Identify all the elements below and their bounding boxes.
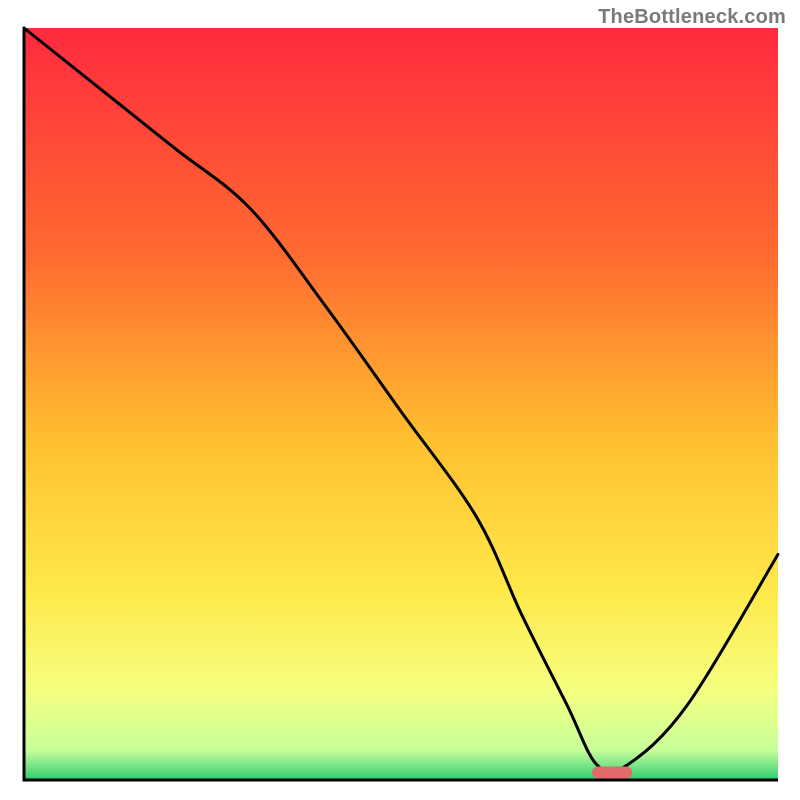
chart-container: TheBottleneck.com <box>0 0 800 800</box>
plot-background <box>24 28 778 780</box>
optimal-marker <box>592 766 632 778</box>
bottleneck-chart-svg <box>0 0 800 800</box>
